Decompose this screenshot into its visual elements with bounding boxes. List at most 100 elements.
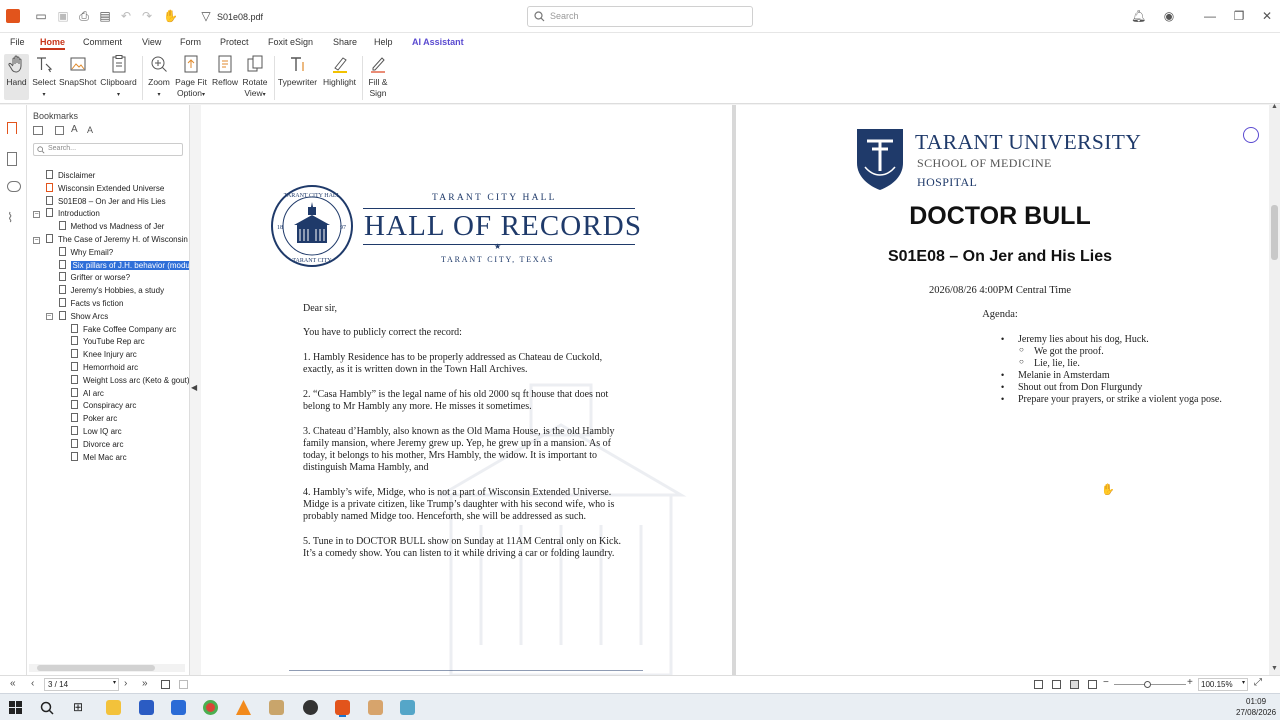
select-tool-button[interactable]: Select ▾ <box>32 54 56 101</box>
clock-time[interactable]: 01:09 <box>1246 697 1266 706</box>
vlc-icon[interactable] <box>236 700 251 715</box>
bookmark-item[interactable]: Introduction <box>46 208 100 220</box>
bookmark-item[interactable]: Facts vs fiction <box>58 298 123 310</box>
panel-splitter[interactable]: ◀ <box>189 105 201 675</box>
snapshot-button[interactable]: SnapShot <box>59 54 96 88</box>
app-taskbar-icon[interactable] <box>368 700 383 715</box>
fill-sign-button[interactable]: Fill & Sign <box>366 54 390 99</box>
bookmark-item[interactable]: Knee Injury arc <box>71 349 137 361</box>
bookmark-panel-icon[interactable] <box>7 122 17 134</box>
windows-start-icon[interactable] <box>9 701 22 714</box>
menu-form[interactable]: Form <box>180 37 201 47</box>
menu-home[interactable]: Home <box>40 37 66 50</box>
reflow-button[interactable]: Reflow <box>210 54 240 88</box>
document-vscroll[interactable]: ▲ ▼ <box>1269 103 1280 675</box>
save-icon[interactable]: ▣ <box>56 9 70 23</box>
chrome-icon[interactable] <box>203 700 218 715</box>
continuous-facing-icon[interactable] <box>1088 680 1097 689</box>
print-icon[interactable]: ⎙ <box>77 9 91 23</box>
powershell-icon[interactable] <box>171 700 186 715</box>
typewriter-button[interactable]: Typewriter <box>277 54 318 88</box>
taskbar-search-icon[interactable] <box>40 701 54 715</box>
menu-foxit-esign[interactable]: Foxit eSign <box>268 37 313 47</box>
bookmark-item[interactable]: Fake Coffee Company arc <box>71 323 176 336</box>
page-number-input[interactable]: 3 / 14 ▾ <box>44 678 119 691</box>
properties-icon[interactable]: ▤ <box>98 9 112 23</box>
zoom-slider[interactable] <box>1114 681 1186 688</box>
bookmark-item[interactable]: Low IQ arc <box>71 426 122 438</box>
bookmark-item[interactable]: Hemorrhoid arc <box>71 362 138 374</box>
obs-icon[interactable] <box>303 700 318 715</box>
last-page-icon[interactable]: » <box>142 678 148 689</box>
restore-icon[interactable]: ❐ <box>1232 9 1246 23</box>
insert-page-icon[interactable] <box>179 680 188 689</box>
first-page-icon[interactable]: « <box>10 678 16 689</box>
bookmark-item[interactable]: Disclaimer <box>46 170 95 182</box>
prev-page-icon[interactable]: ‹ <box>31 678 34 689</box>
expand-all-icon[interactable] <box>33 126 43 135</box>
add-bookmark-icon[interactable] <box>55 126 64 135</box>
panel-hscroll-thumb[interactable] <box>37 665 155 671</box>
next-page-icon[interactable]: › <box>124 678 127 689</box>
account-icon[interactable]: ◉ <box>1162 9 1176 23</box>
bookmark-item[interactable]: Weight Loss arc (Keto & gout) <box>71 374 190 387</box>
single-page-icon[interactable] <box>1034 680 1043 689</box>
collapse-toggle-icon[interactable]: − <box>45 313 53 321</box>
task-view-icon[interactable]: ⊞ <box>73 700 83 714</box>
comments-panel-icon[interactable] <box>7 181 21 192</box>
fullscreen-icon[interactable]: ⤢ <box>1254 677 1262 688</box>
scroll-down-icon[interactable]: ▼ <box>1271 665 1278 672</box>
page-fit-option-button[interactable]: Page Fit Option▾ <box>174 54 208 101</box>
search-input[interactable]: Search <box>527 6 753 27</box>
redo-icon[interactable]: ↷ <box>140 9 154 23</box>
clock-date[interactable]: 27/08/2026 <box>1236 708 1276 717</box>
collapse-panel-icon[interactable]: ◀ <box>191 383 197 392</box>
ai-widget-icon[interactable] <box>1243 127 1259 143</box>
menu-ai-assistant[interactable]: AI Assistant <box>412 37 464 47</box>
zoom-out-icon[interactable]: − <box>1103 677 1109 688</box>
facing-icon[interactable] <box>1070 680 1079 689</box>
collapse-toggle-icon[interactable]: − <box>33 236 40 244</box>
bookmark-item[interactable]: Why Email? <box>58 246 113 259</box>
document-view[interactable]: TARANT CITY HALL TARANT CITY 18 97 TARAN… <box>201 105 1269 675</box>
bookmark-search-input[interactable]: Search... <box>33 143 183 156</box>
highlight-button[interactable]: Highlight <box>321 54 358 88</box>
hand-dropdown-icon[interactable]: ✋ <box>163 9 178 23</box>
clipboard-button[interactable]: Clipboard ▾ <box>99 54 138 101</box>
attachments-panel-icon[interactable]: ⌇ <box>7 211 21 225</box>
zoom-slider-thumb[interactable] <box>1144 681 1151 688</box>
bookmark-item[interactable]: Jeremy's Hobbies, a study <box>58 285 164 297</box>
menu-protect[interactable]: Protect <box>220 37 249 47</box>
continuous-icon[interactable] <box>1052 680 1061 689</box>
menu-file[interactable]: File <box>10 37 25 47</box>
foxit-taskbar-icon[interactable] <box>335 700 350 715</box>
scroll-thumb[interactable] <box>1271 205 1278 260</box>
close-icon[interactable]: ✕ <box>1260 9 1274 23</box>
bookmark-item[interactable]: AI arc <box>71 387 104 400</box>
bookmark-item[interactable]: Conspiracy arc <box>71 400 136 412</box>
bookmark-item[interactable]: YouTube Rep arc <box>71 336 145 348</box>
panel-hscroll[interactable] <box>29 664 185 672</box>
menu-help[interactable]: Help <box>374 37 393 47</box>
menu-comment[interactable]: Comment <box>83 37 122 47</box>
bookmark-item[interactable]: Mel Mac arc <box>71 451 127 464</box>
extract-page-icon[interactable] <box>161 680 170 689</box>
visual-studio-icon[interactable] <box>139 700 154 715</box>
bookmark-item[interactable]: Show Arcs <box>58 310 108 323</box>
scroll-up-icon[interactable]: ▲ <box>1271 103 1278 110</box>
hand-tool-button[interactable]: Hand <box>4 54 29 100</box>
minimize-icon[interactable]: — <box>1203 9 1217 23</box>
open-folder-icon[interactable]: ▭ <box>34 9 48 23</box>
file-explorer-icon[interactable] <box>106 700 121 715</box>
app-taskbar-icon-2[interactable] <box>400 700 415 715</box>
bookmark-item[interactable]: Divorce arc <box>71 438 123 451</box>
bookmark-item[interactable]: Poker arc <box>71 413 117 425</box>
pages-panel-icon[interactable] <box>7 152 17 166</box>
bookmark-item[interactable]: S01E08 – On Jer and His Lies <box>46 195 166 208</box>
font-increase-icon[interactable]: A <box>71 124 78 135</box>
bell-icon[interactable]: 🔔︎ <box>1131 9 1146 23</box>
menu-share[interactable]: Share <box>333 37 357 47</box>
zoom-level-select[interactable]: 100.15% ▾ <box>1198 678 1248 691</box>
font-decrease-icon[interactable]: A <box>87 125 93 135</box>
rotate-view-button[interactable]: Rotate View▾ <box>241 54 269 101</box>
